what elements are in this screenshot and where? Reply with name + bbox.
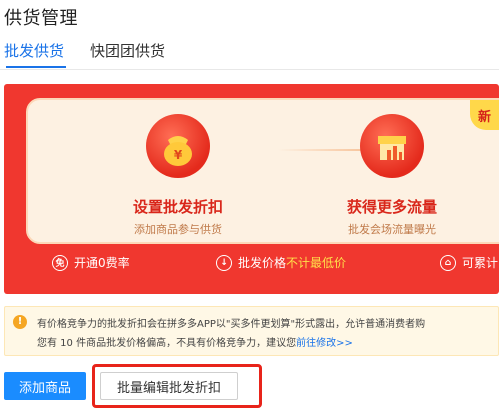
step-get-traffic: 获得更多流量 批发会场流量曝光 [312, 114, 472, 237]
step-title: 设置批发折扣 [132, 198, 223, 216]
storefront-icon [360, 114, 424, 178]
step-title: 获得更多流量 [346, 198, 437, 216]
notice-box: ! 有价格竞争力的批发折扣会在拼多多APP以"买多件更划算"形式露出，允许普通消… [4, 306, 499, 356]
page-title: 供货管理 [4, 8, 78, 29]
promo-banner: 新 ¥ 设置批发折扣 添加商品参与供货 获得更多流量 批发会场流量曝光 免 开通… [4, 84, 499, 294]
notice-text: 您有 10 件商品批发价格偏高，不具有价格竞争力，建议您 [37, 338, 297, 349]
active-tab-underline [6, 66, 66, 68]
tab-wholesale-supply[interactable]: 批发供货 [4, 40, 64, 61]
new-badge: 新 [470, 100, 499, 130]
down-arrow-circle-icon: ↓ [216, 254, 232, 271]
tabs-divider [0, 69, 499, 70]
feature-text: 批发价格不计最低价 [238, 256, 347, 270]
step-subtitle: 添加商品参与供货 [134, 223, 222, 236]
promo-panel: 新 ¥ 设置批发折扣 添加商品参与供货 获得更多流量 批发会场流量曝光 [26, 98, 499, 244]
house-icon: ⌂ [440, 254, 456, 271]
feature-zero-fee: 免 开通0费率 [52, 254, 130, 271]
info-icon: ! [13, 315, 27, 329]
batch-edit-discount-button[interactable]: 批量编辑批发折扣 [100, 372, 238, 400]
feature-accumulate: ⌂ 可累计 [440, 254, 498, 271]
money-bag-icon: ¥ [146, 114, 210, 178]
step-set-discount: ¥ 设置批发折扣 添加商品参与供货 [98, 114, 258, 237]
svg-text:¥: ¥ [174, 148, 183, 162]
free-icon: 免 [52, 254, 68, 271]
notice-line-1: 有价格竞争力的批发折扣会在拼多多APP以"买多件更划算"形式露出，允许普通消费者… [37, 319, 426, 330]
feature-text: 可累计 [462, 256, 499, 270]
tab-group-buy-supply[interactable]: 快团团供货 [90, 40, 165, 61]
feature-text: 开通0费率 [74, 256, 130, 270]
notice-line-2: 您有 10 件商品批发价格偏高，不具有价格竞争力，建议您前往修改>> [37, 334, 353, 349]
feature-row: 免 开通0费率 ↓ 批发价格不计最低价 ⌂ 可累计 [4, 254, 499, 284]
step-subtitle: 批发会场流量曝光 [348, 223, 436, 236]
tab-bar: 批发供货 快团团供货 [0, 36, 499, 68]
notice-edit-link[interactable]: 前往修改>> [296, 338, 353, 349]
feature-price-rule: ↓ 批发价格不计最低价 [216, 254, 346, 271]
add-product-button[interactable]: 添加商品 [4, 372, 86, 400]
